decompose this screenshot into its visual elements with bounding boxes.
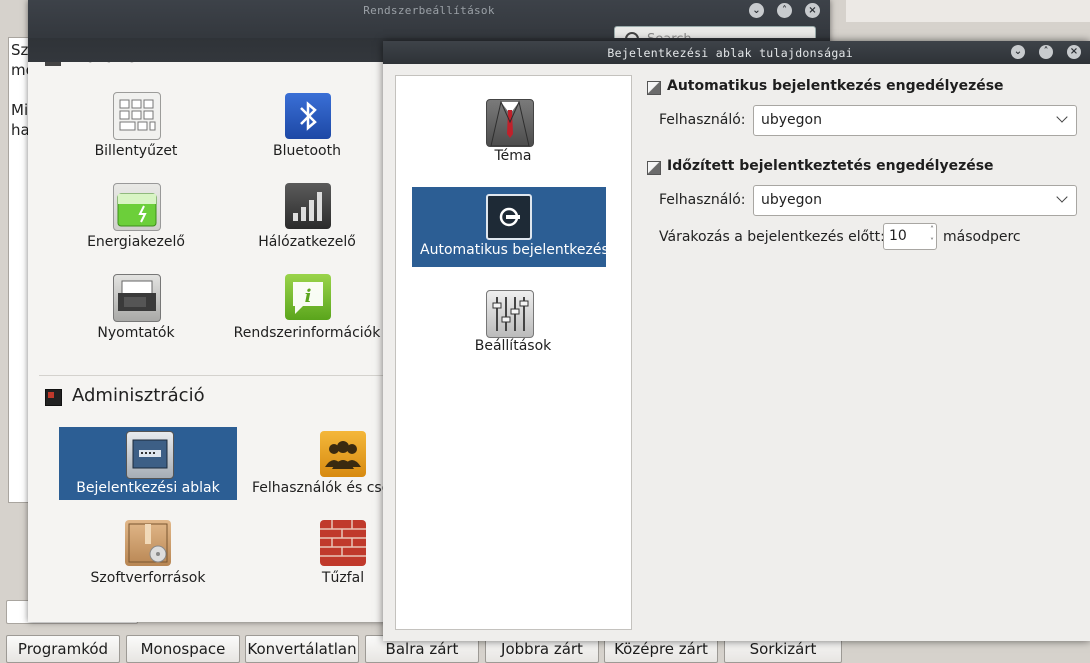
timed-login-checkbox[interactable] [647, 161, 661, 175]
autologin-user-select[interactable]: ubyegon [753, 105, 1077, 136]
bluetooth-label[interactable]: Bluetooth [217, 143, 397, 159]
chevron-down-icon [1056, 111, 1068, 123]
editor-line: Mi [11, 101, 29, 119]
network-signal-icon[interactable] [285, 183, 331, 229]
timed-login-user-select[interactable]: ubyegon [753, 185, 1077, 216]
package-icon[interactable] [125, 520, 171, 566]
editor-line: ha [11, 121, 30, 139]
autologin-title: Automatikus bejelentkezés engedélyezése [667, 78, 1004, 94]
maximize-icon[interactable]: ˄ [1039, 45, 1053, 59]
spinner-down-icon[interactable]: ˅ [930, 236, 934, 248]
autologin-icon[interactable] [486, 194, 532, 240]
terminal-icon [45, 389, 62, 406]
settings-window-title: Rendszerbeállítások [363, 4, 495, 17]
sidebar-item-autologin-label[interactable]: Automatikus bejelentkezés [420, 242, 609, 258]
programkod-button[interactable]: Programkód [6, 635, 120, 663]
autologin-checkbox[interactable] [647, 81, 661, 95]
minimize-icon[interactable]: ⌄ [749, 3, 764, 18]
keyboard-label[interactable]: Billentyűzet [46, 143, 226, 159]
login-window-icon[interactable] [126, 431, 174, 479]
battery-icon[interactable] [113, 183, 161, 231]
delay-spinner[interactable]: 10 ˄ ˅ [883, 223, 937, 250]
theme-suit-icon[interactable] [486, 99, 534, 147]
timed-login-title: Időzített bejelentkeztetés engedélyezése [667, 158, 994, 174]
monospace-button[interactable]: Monospace [126, 635, 240, 663]
delay-label: Várakozás a bejelentkezés előtt: [659, 229, 885, 245]
firewall-icon[interactable] [320, 520, 366, 566]
properties-sidebar: Téma Automatikus bejelentkezés Beállítás… [395, 75, 632, 630]
chevron-down-icon [1056, 191, 1068, 203]
network-manager-label[interactable]: Hálózatkezelő [217, 234, 397, 250]
printers-label[interactable]: Nyomtatók [46, 325, 226, 341]
system-info-label[interactable]: Rendszerinformációk [217, 325, 397, 341]
printer-icon[interactable] [113, 274, 161, 322]
editor-line: Sz [11, 41, 29, 59]
background-panel [846, 0, 1090, 22]
administration-section-header: Adminisztráció [72, 385, 205, 406]
maximize-icon[interactable]: ˄ [777, 3, 792, 18]
properties-titlebar: Bejelentkezési ablak tulajdonságai ⌄ ˄ × [383, 41, 1090, 64]
keyboard-icon[interactable] [113, 92, 161, 140]
timed-login-user-label: Felhasználó: [659, 192, 746, 208]
users-icon[interactable] [320, 431, 366, 477]
timed-login-user-value: ubyegon [761, 192, 822, 208]
sidebar-item-theme[interactable]: Téma [423, 148, 603, 164]
svg-text:i: i [305, 286, 312, 307]
login-properties-window: Bejelentkezési ablak tulajdonságai ⌄ ˄ ×… [383, 41, 1090, 641]
software-sources-label[interactable]: Szoftverforrások [58, 570, 238, 586]
info-icon[interactable]: i [285, 274, 331, 320]
autologin-user-label: Felhasználó: [659, 112, 746, 128]
login-window-label[interactable]: Bejelentkezési ablak [58, 480, 238, 496]
properties-window-title: Bejelentkezési ablak tulajdonságai [607, 46, 853, 60]
konvertalatlan-button[interactable]: Konvertálatlan [245, 635, 359, 663]
autologin-user-value: ubyegon [761, 112, 822, 128]
sliders-icon[interactable] [486, 290, 534, 338]
bluetooth-icon[interactable] [285, 93, 331, 139]
delay-value[interactable]: 10 [889, 228, 907, 244]
close-icon[interactable]: × [1067, 45, 1081, 59]
close-icon[interactable]: × [805, 3, 820, 18]
sidebar-item-settings[interactable]: Beállítások [423, 338, 603, 354]
delay-unit: másodperc [943, 229, 1021, 245]
minimize-icon[interactable]: ⌄ [1011, 45, 1025, 59]
power-manager-label[interactable]: Energiakezelő [46, 234, 226, 250]
spinner-up-icon[interactable]: ˄ [930, 224, 934, 236]
